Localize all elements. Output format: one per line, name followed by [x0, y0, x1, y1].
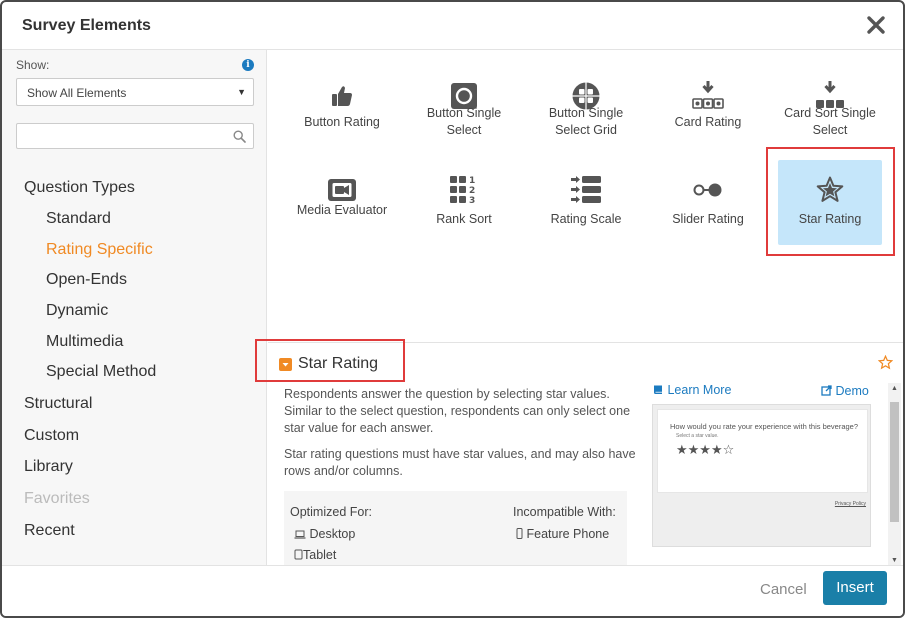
preview-question: How would you rate your experience with … — [670, 422, 859, 431]
tablet-label: Tablet — [303, 548, 337, 562]
element-tile-label: Button Single Select Grid — [548, 106, 624, 137]
preview-privacy-policy: Privacy Policy — [834, 501, 866, 507]
dialog-footer: Cancel Insert — [2, 565, 903, 616]
element-tile-slider-rating[interactable]: Slider Rating — [656, 160, 760, 245]
preview-stars: ★★★★☆ — [676, 442, 735, 457]
dialog-titlebar: Survey Elements — [2, 2, 903, 50]
nav-item-question-types[interactable]: Question Types — [24, 179, 135, 197]
element-tile-label: Card Rating — [674, 115, 742, 129]
element-preview-image: How would you rate your experience with … — [652, 404, 871, 547]
search-box[interactable] — [16, 123, 254, 149]
element-tile-button-single-select-grid[interactable]: Button Single Select Grid — [534, 62, 638, 147]
slider-icon — [656, 174, 760, 206]
detail-scrollbar[interactable]: ▲ ▼ — [888, 383, 901, 565]
feature-phone-label: Feature Phone — [526, 527, 610, 541]
learn-more-label: Learn More — [667, 383, 732, 397]
desktop-item: Desktop — [294, 527, 355, 541]
learn-more-link[interactable]: Learn More — [653, 383, 731, 397]
nav-item-rating-specific[interactable]: Rating Specific — [46, 241, 153, 259]
nav-item-structural[interactable]: Structural — [24, 395, 92, 413]
element-tile-label: Card Sort Single Select — [784, 106, 876, 137]
show-filter-value: Show All Elements — [27, 86, 127, 100]
description-paragraph: Star rating questions must have star val… — [284, 447, 636, 478]
book-icon — [654, 385, 662, 394]
nav-item-recent[interactable]: Recent — [24, 522, 75, 540]
nav-item-special-method[interactable]: Special Method — [46, 363, 156, 381]
feature-phone-item: Feature Phone — [516, 527, 609, 541]
chevron-down-icon: ▼ — [237, 87, 246, 97]
card-rating-icon — [656, 80, 760, 112]
nav-item-custom[interactable]: Custom — [24, 427, 79, 445]
show-filter-select[interactable]: Show All Elements ▼ — [16, 78, 254, 106]
detail-title-highlight — [255, 339, 405, 382]
element-tile-card-sort-single-select[interactable]: Card Sort Single Select — [778, 62, 882, 147]
compatibility-panel: Optimized For: Desktop Tablet Incompatib… — [284, 491, 627, 565]
scroll-down-icon[interactable]: ▼ — [891, 557, 898, 564]
search-input[interactable] — [17, 124, 217, 148]
show-label: Show: — [16, 58, 50, 72]
preview-instruction: Select a star value. — [676, 433, 719, 439]
dialog-title: Survey Elements — [22, 17, 151, 34]
search-icon[interactable] — [233, 130, 246, 143]
element-tile-label: Rating Scale — [550, 212, 622, 226]
element-tile-label: Button Single Select — [426, 106, 502, 137]
insert-button[interactable]: Insert — [823, 571, 887, 605]
thumbs-up-icon — [290, 80, 394, 112]
description-paragraph: Respondents answer the question by selec… — [284, 387, 631, 435]
element-tile-rating-scale[interactable]: Rating Scale — [534, 160, 638, 245]
scrollbar-thumb[interactable] — [890, 402, 899, 522]
element-tile-button-rating[interactable]: Button Rating — [290, 62, 394, 147]
cancel-button[interactable]: Cancel — [760, 581, 807, 598]
laptop-icon — [294, 530, 306, 539]
rank-sort-icon: 123 — [412, 174, 516, 206]
external-link-icon — [821, 385, 832, 396]
element-tile-button-single-select[interactable]: Button Single Select — [412, 62, 516, 147]
svg-text:3: 3 — [469, 196, 475, 205]
element-tile-label: Button Rating — [304, 115, 380, 129]
nav-item-dynamic[interactable]: Dynamic — [46, 302, 108, 320]
svg-text:2: 2 — [469, 186, 475, 196]
star-rating-tile-highlight — [766, 147, 895, 256]
element-tile-rank-sort[interactable]: 1 2 3 Rank Sort — [412, 160, 516, 245]
nav-item-open-ends[interactable]: Open-Ends — [46, 271, 127, 289]
tablet-item: Tablet — [294, 548, 336, 562]
nav-item-multimedia[interactable]: Multimedia — [46, 333, 123, 351]
nav-item-standard[interactable]: Standard — [46, 210, 111, 228]
element-tile-label: Slider Rating — [672, 212, 744, 226]
incompatible-label: Incompatible With: — [513, 505, 616, 519]
info-icon[interactable]: i — [242, 59, 254, 71]
element-tile-label: Media Evaluator — [296, 203, 388, 217]
preview-card: How would you rate your experience with … — [657, 409, 868, 493]
desktop-label: Desktop — [309, 527, 356, 541]
element-tile-label: Rank Sort — [436, 212, 492, 226]
survey-elements-dialog: Survey Elements Show: i Show All Element… — [0, 0, 905, 618]
element-tile-card-rating[interactable]: Card Rating — [656, 62, 760, 147]
nav-item-library[interactable]: Library — [24, 458, 73, 476]
favorite-star-icon[interactable] — [878, 355, 893, 370]
demo-label: Demo — [835, 384, 869, 398]
tablet-icon — [294, 549, 303, 560]
svg-text:1: 1 — [469, 176, 475, 186]
rating-scale-icon — [534, 174, 638, 206]
phone-icon — [516, 528, 523, 539]
nav-item-favorites: Favorites — [24, 490, 90, 507]
element-tile-media-evaluator[interactable]: Media Evaluator — [290, 160, 394, 245]
scroll-up-icon[interactable]: ▲ — [891, 385, 898, 392]
close-icon[interactable] — [865, 14, 887, 36]
optimized-for-label: Optimized For: — [290, 505, 372, 519]
sidebar: Show: i Show All Elements ▼ Question Typ… — [2, 50, 267, 565]
detail-description: Respondents answer the question by selec… — [284, 386, 644, 489]
demo-link[interactable]: Demo — [821, 384, 869, 398]
